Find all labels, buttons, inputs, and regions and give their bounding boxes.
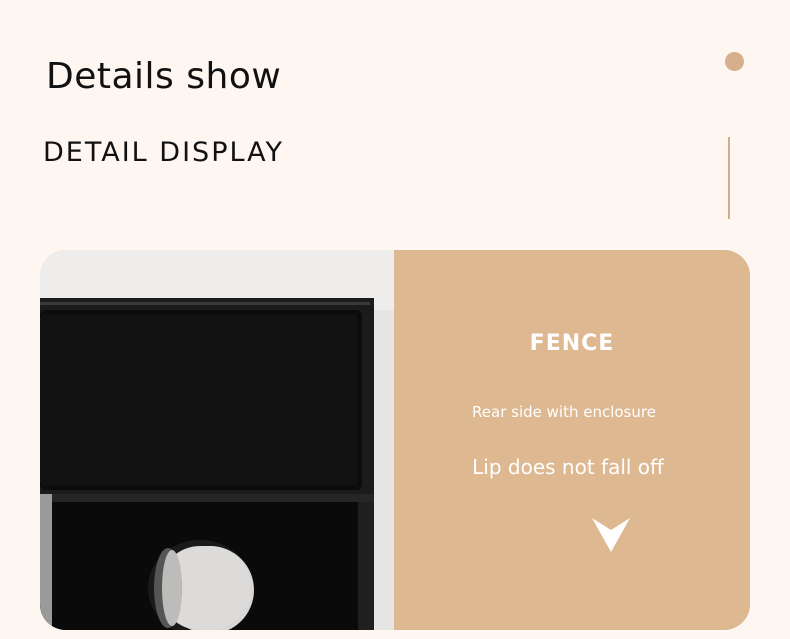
chevron-down-icon [592,518,630,552]
accent-dot [725,52,744,71]
feature-line-2: Lip does not fall off [472,455,664,479]
feature-panel: FENCE Rear side with enclosure Lip does … [394,250,750,630]
page-title: Details show [46,56,282,97]
product-photo [40,250,394,630]
feature-heading: FENCE [529,331,615,356]
accent-divider [728,137,730,219]
page-subtitle: DETAIL DISPLAY [43,137,285,168]
feature-line-1: Rear side with enclosure [472,403,656,421]
detail-card: FENCE Rear side with enclosure Lip does … [40,250,750,630]
